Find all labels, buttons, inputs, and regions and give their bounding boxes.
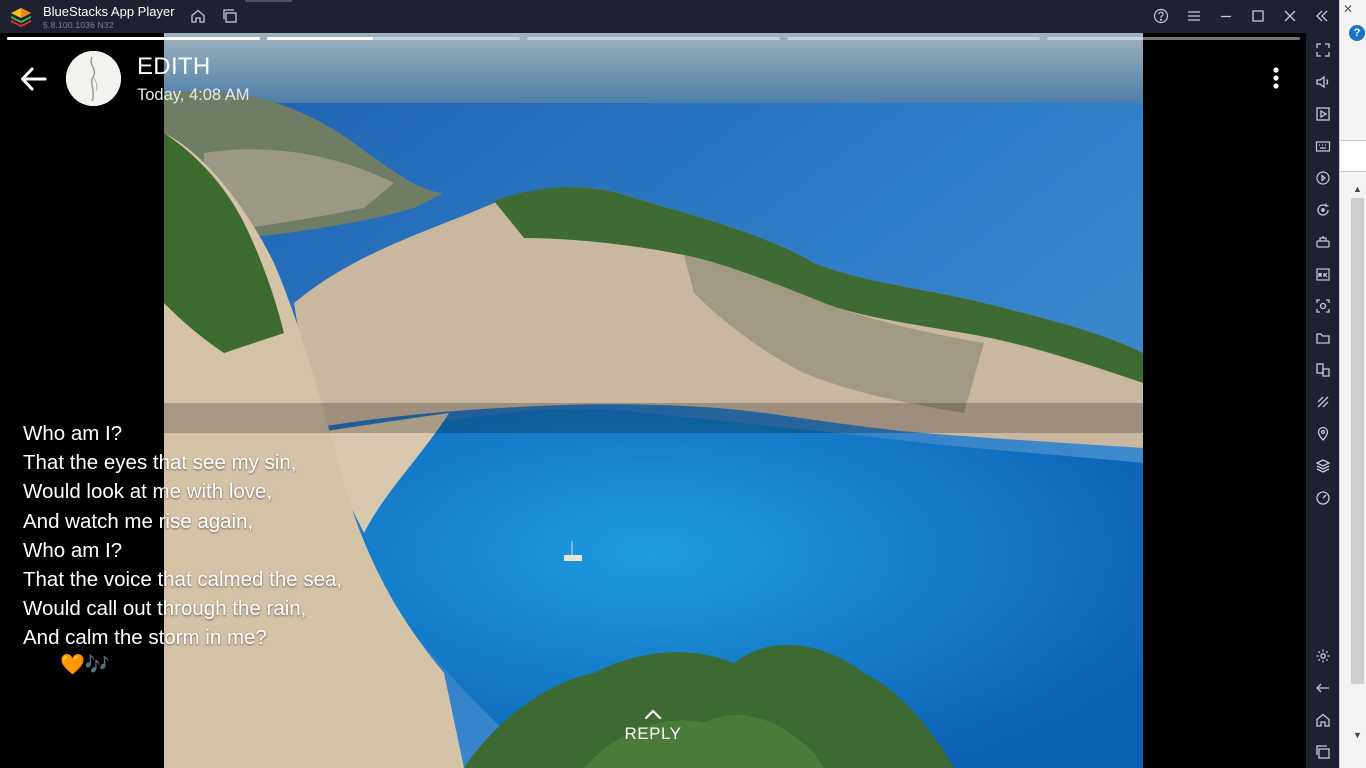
contact-name: EDITH: [137, 53, 211, 80]
more-options-button[interactable]: [1262, 63, 1290, 93]
android-home-button[interactable]: [1313, 710, 1332, 729]
caption-line: Who am I?: [23, 422, 123, 445]
avatar-image: [66, 51, 121, 106]
bluestacks-logo-icon: [11, 8, 31, 27]
caption-line: Who am I?: [23, 538, 123, 562]
rotate-icon: [1316, 203, 1329, 216]
caption-line: And watch me rise again,: [23, 509, 254, 533]
caption-line: That the eyes that see my sin,: [23, 451, 297, 475]
menu-button[interactable]: [1185, 7, 1203, 25]
emulator-sidebar: [1306, 33, 1339, 768]
status-progress-segment-5: [1047, 37, 1300, 40]
maximize-icon: [1252, 10, 1264, 22]
eco-mode-icon: [1317, 396, 1328, 407]
app-title: BlueStacks App Player: [43, 4, 175, 19]
keyboard-button[interactable]: [1313, 136, 1332, 155]
caption-line: And calm the storm in me?: [23, 626, 267, 650]
active-tab-indicator: [245, 0, 292, 2]
reply-label: REPLY: [624, 724, 682, 743]
macro-button[interactable]: [1313, 168, 1332, 187]
caption-emoji: 🧡🎶: [60, 654, 110, 676]
caption-line: That the voice that calmed the sea,: [23, 568, 343, 592]
home-icon: [191, 9, 205, 23]
back-button[interactable]: [18, 63, 50, 95]
chevron-up-icon: [644, 709, 662, 720]
scroll-up-icon[interactable]: ▲: [1353, 184, 1362, 194]
menu-icon: [1188, 11, 1200, 21]
multi-instance-icon: [223, 9, 237, 23]
home-icon: [1315, 713, 1330, 727]
fullscreen-button[interactable]: [1313, 40, 1332, 59]
apk-install-button[interactable]: [1313, 264, 1332, 283]
reply-button[interactable]: REPLY: [613, 709, 693, 759]
app-version: 5.8.100.1036 N32: [43, 20, 114, 30]
status-progress-segment-2: [267, 37, 520, 40]
maximize-button[interactable]: [1249, 7, 1267, 25]
eco-mode-button[interactable]: [1313, 392, 1332, 411]
caption-line: Would look at me with love,: [23, 480, 273, 504]
volume-icon: [1315, 75, 1328, 88]
apk-install-icon: [1315, 267, 1330, 281]
close-icon: [1284, 10, 1296, 22]
settings-icon: [1316, 649, 1329, 662]
status-caption: Who am I? That the eyes that see my sin,…: [23, 419, 342, 653]
back-icon: [1315, 683, 1329, 692]
recents-icon: [1315, 744, 1330, 759]
android-recents-button[interactable]: [1313, 742, 1332, 761]
settings-button[interactable]: [1313, 646, 1332, 665]
status-progress-segment-3: [527, 37, 780, 40]
folder-button[interactable]: [1313, 328, 1332, 347]
multi-window-button[interactable]: [1313, 360, 1332, 379]
rotate-button[interactable]: [1313, 200, 1332, 219]
location-icon: [1317, 426, 1328, 441]
avatar[interactable]: [66, 51, 121, 106]
media-manager-icon: [1315, 106, 1330, 121]
close-button[interactable]: [1281, 7, 1299, 25]
multi-instance-button[interactable]: [221, 7, 239, 25]
background-window-edge: ✕ ? ▲ ▼: [1339, 0, 1366, 768]
emulator-title-bar: BlueStacks App Player 5.8.100.1036 N32: [0, 0, 1339, 33]
help-icon: [1153, 8, 1169, 24]
minimize-button[interactable]: [1217, 7, 1235, 25]
keyboard-icon: [1315, 140, 1330, 152]
collapse-sidebar-button[interactable]: [1313, 7, 1331, 25]
background-scrollbar[interactable]: [1351, 198, 1364, 684]
status-progress-segment-1: [7, 37, 260, 40]
performance-icon: [1315, 490, 1330, 505]
status-progress-segment-4: [787, 37, 1040, 40]
layers-button[interactable]: [1313, 456, 1332, 475]
fullscreen-icon: [1315, 42, 1330, 57]
game-controls-button[interactable]: [1313, 232, 1332, 251]
android-screen[interactable]: EDITH Today, 4:08 AM Who am I? That the …: [0, 33, 1306, 768]
scroll-down-icon[interactable]: ▼: [1353, 730, 1362, 740]
screenshot-icon: [1315, 298, 1330, 313]
collapse-sidebar-icon: [1316, 10, 1328, 22]
volume-button[interactable]: [1313, 72, 1332, 91]
android-back-button[interactable]: [1313, 678, 1332, 697]
minimize-icon: [1221, 15, 1231, 18]
background-help-icon[interactable]: ?: [1349, 25, 1365, 41]
folder-icon: [1315, 332, 1330, 344]
background-input-field[interactable]: [1340, 140, 1366, 172]
multi-window-icon: [1315, 362, 1330, 377]
macro-icon: [1315, 170, 1330, 185]
more-vertical-icon: [1273, 67, 1279, 89]
performance-button[interactable]: [1313, 488, 1332, 507]
home-button[interactable]: [189, 7, 207, 25]
caption-line: Would call out through the rain,: [23, 597, 307, 621]
game-controls-icon: [1315, 235, 1330, 248]
status-photo: [164, 33, 1143, 768]
arrow-left-icon: [21, 67, 47, 91]
location-button[interactable]: [1313, 424, 1332, 443]
background-close-icon[interactable]: ✕: [1343, 2, 1353, 16]
media-manager-button[interactable]: [1313, 104, 1332, 123]
layers-icon: [1315, 458, 1330, 473]
status-timestamp: Today, 4:08 AM: [137, 86, 250, 104]
help-button[interactable]: [1152, 7, 1170, 25]
screenshot-button[interactable]: [1313, 296, 1332, 315]
